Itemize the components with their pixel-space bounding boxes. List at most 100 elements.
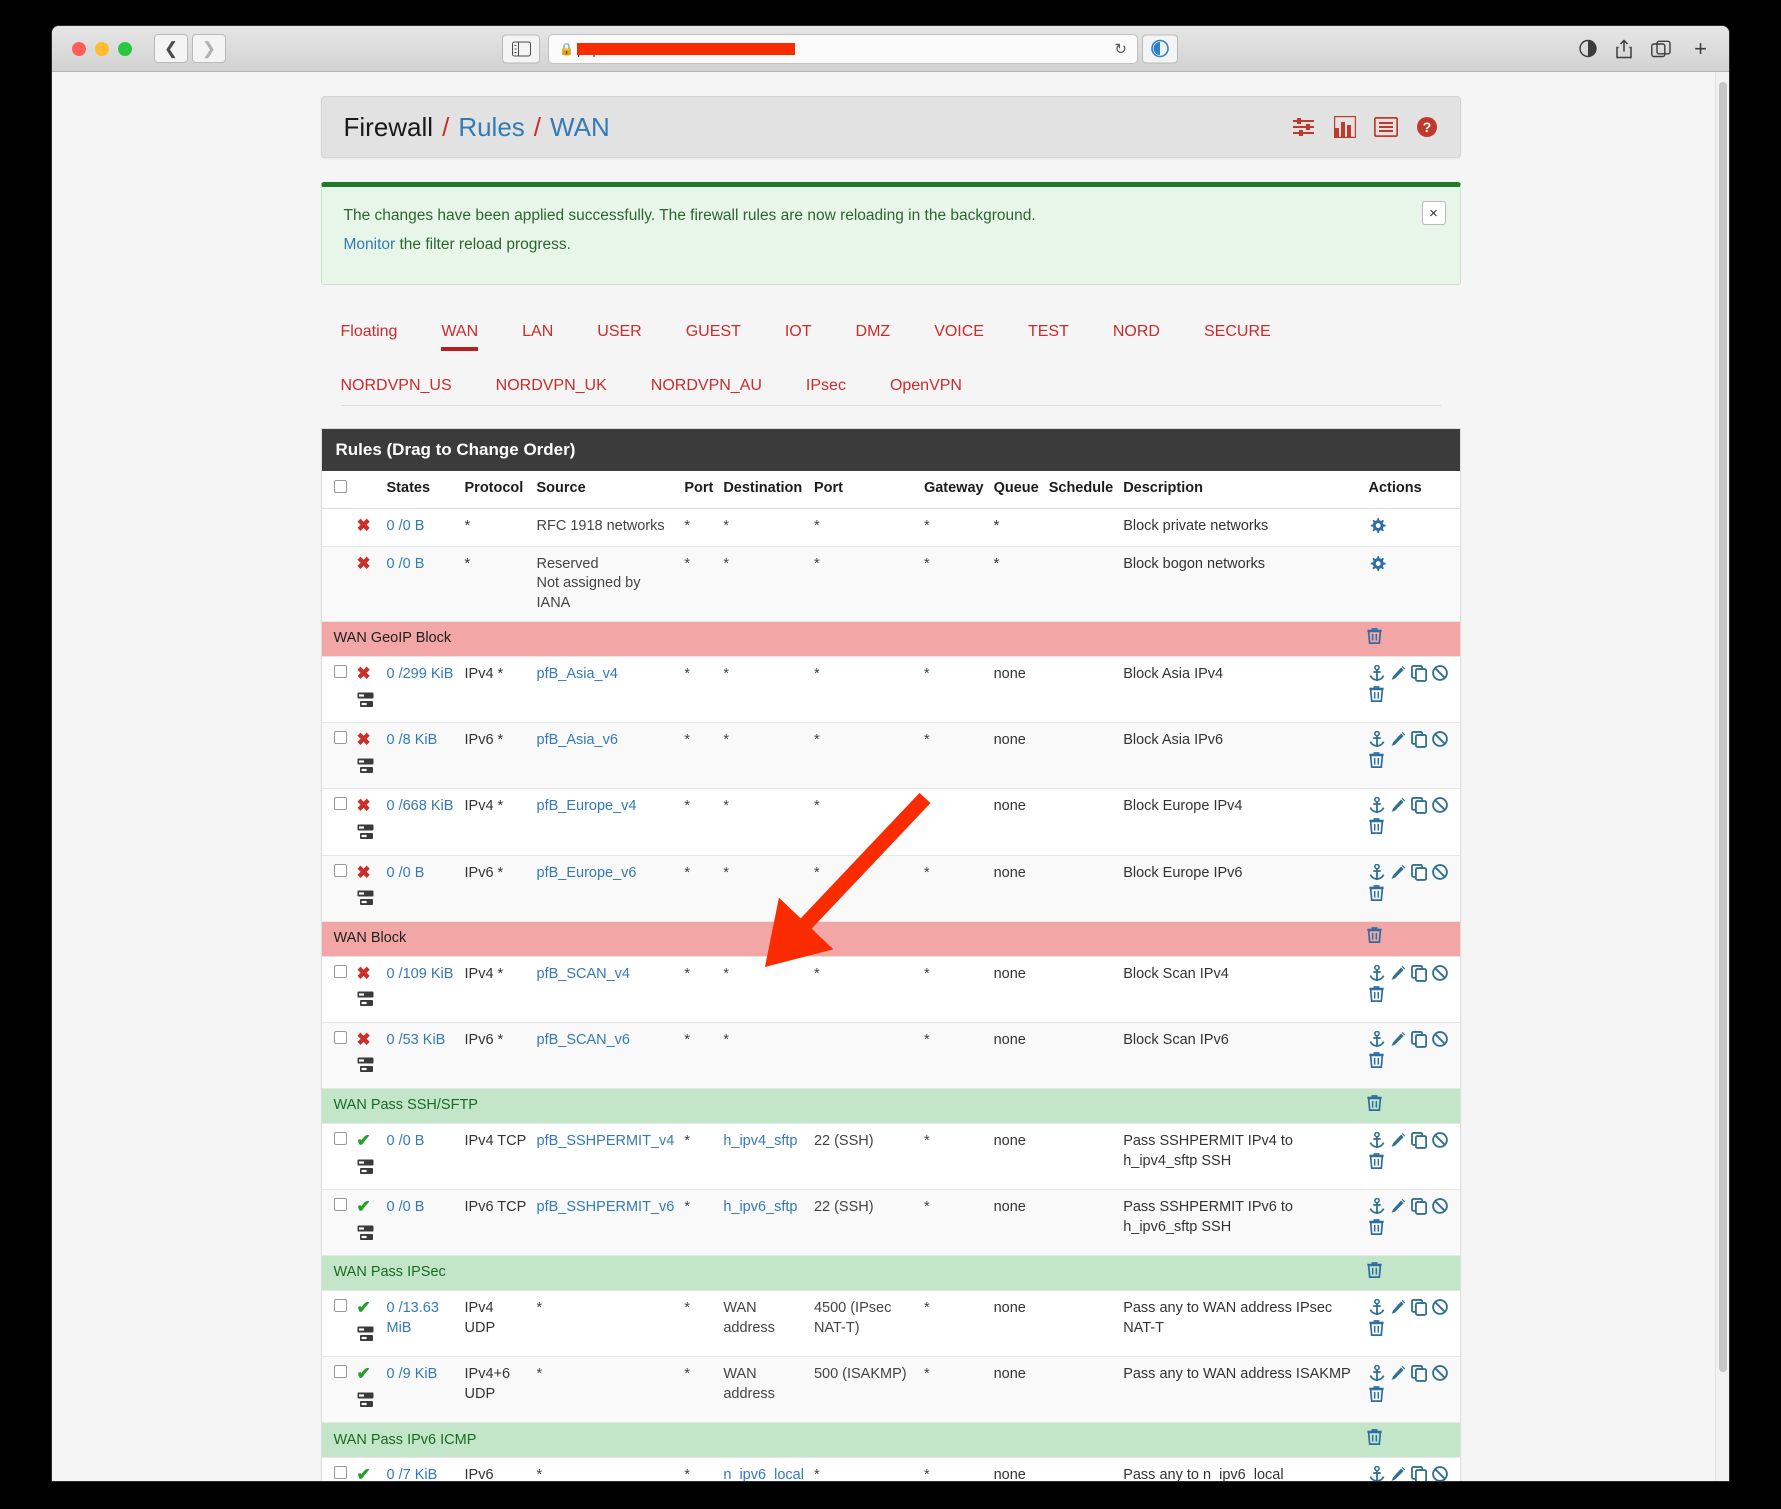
copy-icon[interactable] [1410,1131,1427,1149]
copy-icon[interactable] [1410,1198,1427,1215]
states-stack-icon[interactable] [357,1057,374,1073]
tab-user[interactable]: USER [597,315,641,351]
edit-icon[interactable] [1390,797,1406,813]
tab-guest[interactable]: GUEST [686,315,741,351]
tab-ipsec[interactable]: IPsec [806,369,846,405]
contrast-icon[interactable] [1579,39,1597,58]
source-value[interactable]: pfB_SSHPERMIT_v6 [537,1199,675,1215]
states-stack-icon-wrap[interactable] [357,692,377,715]
copy-icon[interactable] [1410,797,1427,815]
table-row[interactable]: ✖ 0 /8 KiB IPv6 * pfB_Asia_v6 * * * * none Block … [321,722,1460,790]
row-select-cell[interactable] [321,1123,352,1191]
states-stack-icon[interactable] [357,692,374,708]
tab-iot[interactable]: IOT [785,315,812,351]
table-row[interactable]: ✔ 0 /9 KiB IPv4+6 UDP * * WAN address 500 (ISA… [321,1356,1460,1424]
disable-icon[interactable] [1431,863,1448,880]
table-row[interactable]: ✖ 0 /668 KiB IPv4 * pfB_Europe_v4 * * * * none Bl… [321,788,1460,856]
maximize-window-button[interactable] [118,41,132,56]
table-row[interactable]: ✖ 0 /109 KiB IPv4 * pfB_SCAN_v4 * * * * none Bloc… [321,956,1460,1023]
copy-icon[interactable] [1410,863,1427,881]
row-checkbox[interactable] [333,863,347,877]
states-link[interactable]: 0 /668 KiB [387,798,454,814]
destination-value[interactable]: n_ipv6_local [723,1467,804,1481]
copy-icon[interactable] [1410,1030,1427,1048]
states-stack-icon-wrap[interactable] [357,1159,377,1182]
trash-icon[interactable] [1368,1386,1384,1403]
minimize-window-button[interactable] [95,41,109,56]
states-stack-icon[interactable] [357,991,374,1007]
back-button[interactable]: ❮ [154,34,188,63]
trash-icon[interactable] [1366,1429,1382,1446]
trash-icon[interactable] [1366,927,1382,944]
states-stack-icon-wrap[interactable] [357,1057,377,1080]
tab-nord[interactable]: NORD [1113,315,1160,351]
edit-icon[interactable] [1390,1198,1406,1214]
states-stack-icon[interactable] [357,1392,374,1408]
disable-icon[interactable] [1431,797,1448,814]
tab-secure[interactable]: SECURE [1204,315,1271,351]
alert-close-button[interactable]: × [1421,201,1446,225]
states-link[interactable]: 0 /8 KiB [387,732,438,748]
source-value[interactable]: pfB_Europe_v6 [537,865,637,881]
states-stack-icon[interactable] [357,1326,374,1342]
copy-icon[interactable] [1410,1466,1427,1481]
states-stack-icon-wrap[interactable] [357,991,377,1014]
states-stack-icon[interactable] [357,758,374,774]
row-select-cell[interactable] [321,508,352,547]
anchor-icon[interactable] [1369,731,1385,748]
gear-icon[interactable] [1369,517,1387,535]
row-select-cell[interactable] [321,546,352,623]
tab-nordvpn-au[interactable]: NORDVPN_AU [651,369,762,405]
table-row[interactable]: ✖ 0 /53 KiB IPv6 * pfB_SCAN_v6 * * * none Block … [321,1022,1460,1089]
anchor-icon[interactable] [1369,1365,1385,1382]
close-window-button[interactable] [72,41,86,56]
row-select-cell[interactable] [321,656,352,724]
source-value[interactable]: pfB_SCAN_v6 [537,1032,631,1048]
states-stack-icon-wrap[interactable] [357,824,377,847]
gear-icon[interactable] [1369,555,1387,573]
row-select-cell[interactable] [321,1022,352,1089]
edit-icon[interactable] [1390,665,1406,681]
table-row[interactable]: ✔ 0 /7 KiB IPv6 ICMPany * * n_ipv6_local * * non… [321,1457,1460,1481]
row-checkbox[interactable] [333,1198,347,1212]
edit-icon[interactable] [1390,1299,1406,1315]
disable-icon[interactable] [1431,1132,1448,1148]
table-row[interactable]: ✔ 0 /13.63 MiB IPv4 UDP * * WAN address 4500 (… [321,1290,1460,1358]
states-link[interactable]: 0 /13.63 MiB [387,1300,439,1336]
disable-icon[interactable] [1431,1198,1448,1214]
states-stack-icon[interactable] [357,1159,374,1175]
states-link[interactable]: 0 /0 B [387,1133,425,1149]
anchor-icon[interactable] [1369,863,1385,881]
states-link[interactable]: 0 /0 B [387,556,425,572]
states-link[interactable]: 0 /9 KiB [387,1366,438,1382]
tab-floating[interactable]: Floating [341,315,398,351]
delete-separator-button[interactable] [1366,1429,1382,1452]
states-link[interactable]: 0 /0 B [387,865,425,881]
row-select-cell[interactable] [321,956,352,1023]
trash-icon[interactable] [1368,985,1384,1002]
tab-voice[interactable]: VOICE [934,315,984,351]
states-stack-icon-wrap[interactable] [357,758,377,781]
row-select-cell[interactable] [321,1189,352,1257]
row-checkbox[interactable] [333,1466,347,1480]
trash-icon[interactable] [1368,1051,1384,1068]
anchor-icon[interactable] [1369,1131,1385,1149]
table-row[interactable]: ✖ 0 /0 B * RFC 1918 networks * * * * * Block priv… [321,508,1460,547]
table-row[interactable]: ✔ 0 /0 B IPv4 TCP pfB_SSHPERMIT_v4 * h_ipv4_s… [321,1123,1460,1191]
edit-icon[interactable] [1390,864,1406,880]
table-row[interactable]: ✖ 0 /299 KiB IPv4 * pfB_Asia_v4 * * * * none Bloc… [321,656,1460,724]
edit-icon[interactable] [1390,1031,1406,1047]
tabs-overview-icon[interactable] [1651,40,1671,57]
states-link[interactable]: 0 /53 KiB [387,1032,446,1048]
row-select-cell[interactable] [321,1290,352,1358]
disable-icon[interactable] [1431,665,1448,682]
page-scrollbar[interactable] [1715,72,1729,1481]
tab-openvpn[interactable]: OpenVPN [890,369,962,405]
row-select-cell[interactable] [321,1457,352,1481]
delete-separator-button[interactable] [1366,628,1382,651]
monitor-link[interactable]: Monitor [344,236,396,253]
delete-separator-button[interactable] [1366,927,1382,950]
reader-mode-button[interactable] [1142,34,1178,63]
table-row[interactable]: ✔ 0 /0 B IPv6 TCP pfB_SSHPERMIT_v6 * h_ipv6_s… [321,1189,1460,1257]
states-stack-icon[interactable] [357,1225,374,1241]
